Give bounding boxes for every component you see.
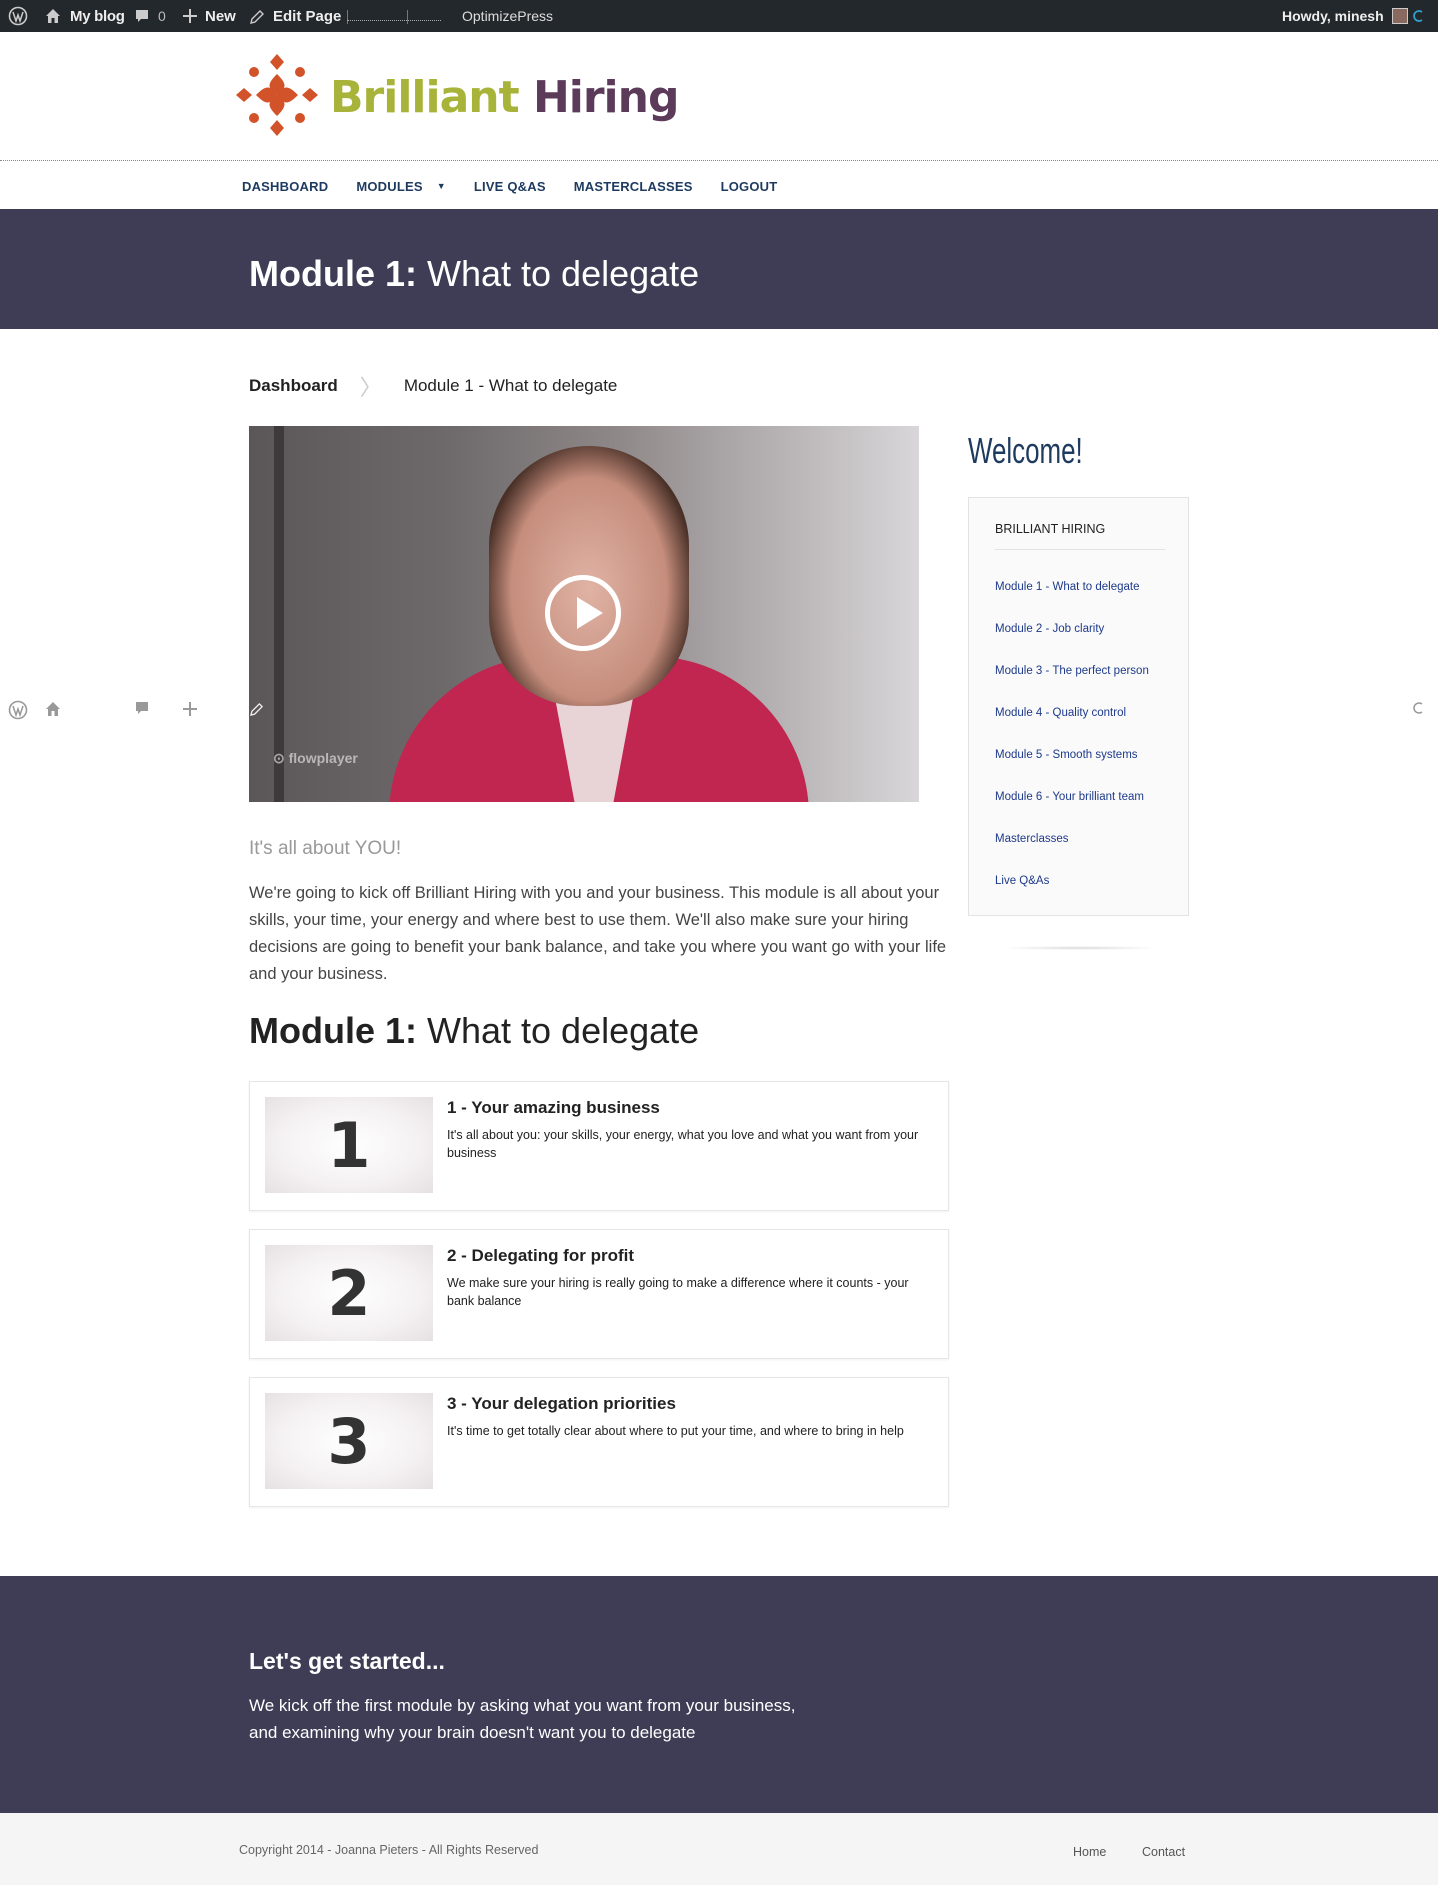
lesson-title[interactable]: 3 - Your delegation priorities xyxy=(447,1394,676,1414)
admin-bar: My blog 0 New Edit Page OptimizePress Ho… xyxy=(0,0,1438,32)
edit-page-label: Edit Page xyxy=(273,7,342,25)
sidebar-link-masterclasses[interactable]: Masterclasses xyxy=(995,833,1069,845)
sidebar-link-module-4[interactable]: Module 4 - Quality control xyxy=(995,707,1126,719)
comments-count: 0 xyxy=(158,8,166,24)
header-divider xyxy=(0,160,1438,161)
toolbar-toggle-icon[interactable] xyxy=(1412,0,1426,32)
site-logo[interactable]: Brilliant Hiring xyxy=(232,50,680,145)
breadcrumb: Dashboard 〉 Module 1 - What to delegate xyxy=(249,370,617,402)
lesson-description: It's all about you: your skills, your en… xyxy=(447,1128,919,1160)
footer-link-contact[interactable]: Contact xyxy=(1142,1845,1185,1859)
pencil-icon xyxy=(250,702,264,722)
lesson-title[interactable]: 2 - Delegating for profit xyxy=(447,1246,634,1266)
lesson-card[interactable]: 1 1 - Your amazing business It's all abo… xyxy=(249,1081,949,1211)
sidebar-welcome-heading: Welcome! xyxy=(968,430,1083,471)
flowplayer-label: flowplayer xyxy=(288,750,358,766)
cta-section: Let's get started... We kick off the fir… xyxy=(0,1576,1438,1813)
page-title-rest: What to delegate xyxy=(417,253,700,294)
lesson-description: It's time to get totally clear about whe… xyxy=(447,1424,904,1438)
page-title: Module 1: What to delegate xyxy=(249,253,699,295)
sidebar-divider xyxy=(995,549,1165,550)
sidebar-module-list: BRILLIANT HIRING Module 1 - What to dele… xyxy=(968,497,1189,916)
main-nav: DASHBOARD MODULES ▼ LIVE Q&AS MASTERCLASS… xyxy=(242,168,805,204)
page-banner: Module 1: What to delegate xyxy=(0,209,1438,329)
nav-item-live-qas[interactable]: LIVE Q&AS xyxy=(474,179,546,194)
account-menu[interactable]: Howdy, minesh xyxy=(1282,0,1408,32)
admin-bar-dotted-line xyxy=(347,20,441,21)
wordpress-logo-icon xyxy=(8,700,28,720)
lesson-thumbnail: 3 xyxy=(265,1393,433,1489)
module-section-title-rest: What to delegate xyxy=(417,1010,700,1051)
site-footer: Copyright 2014 - Joanna Pieters - All Ri… xyxy=(0,1813,1438,1885)
comment-bubble-icon xyxy=(134,8,150,24)
toolbar-toggle-icon xyxy=(1412,701,1426,721)
video-player[interactable]: ⊙ flowplayer xyxy=(249,426,919,802)
lesson-card[interactable]: 3 3 - Your delegation priorities It's ti… xyxy=(249,1377,949,1507)
pencil-icon xyxy=(250,9,265,24)
module-intro-text: We're going to kick off Brilliant Hiring… xyxy=(249,884,947,983)
new-label: New xyxy=(205,7,236,25)
logo-mark-icon xyxy=(232,50,322,145)
sidebar-link-module-2[interactable]: Module 2 - Job clarity xyxy=(995,623,1104,635)
home-icon xyxy=(44,7,62,25)
lesson-thumbnail: 2 xyxy=(265,1245,433,1341)
breadcrumb-dashboard[interactable]: Dashboard xyxy=(249,376,338,396)
cta-line: and examining why your brain doesn't wan… xyxy=(249,1723,696,1742)
lesson-card[interactable]: 2 2 - Delegating for profit We make sure… xyxy=(249,1229,949,1359)
optimizepress-menu[interactable]: OptimizePress xyxy=(462,0,553,32)
nav-item-dashboard[interactable]: DASHBOARD xyxy=(242,179,328,194)
cta-title: Let's get started... xyxy=(249,1648,445,1674)
comment-bubble-icon xyxy=(134,700,150,720)
sidebar-shadow xyxy=(1000,946,1160,950)
chevron-down-icon: ▼ xyxy=(436,181,446,191)
video-frame-detail xyxy=(274,426,284,802)
chevron-right-icon: 〉 xyxy=(359,375,382,400)
plus-icon xyxy=(183,9,197,23)
howdy-greeting: Howdy, minesh xyxy=(1282,8,1384,24)
site-name: My blog xyxy=(70,7,125,25)
sidebar-link-module-5[interactable]: Module 5 - Smooth systems xyxy=(995,749,1138,761)
admin-bar-divider xyxy=(347,10,348,24)
nav-item-modules[interactable]: MODULES ▼ xyxy=(356,179,446,194)
nav-item-masterclasses[interactable]: MASTERCLASSES xyxy=(574,179,693,194)
module-section-title: Module 1: What to delegate xyxy=(249,1010,699,1052)
footer-link-home[interactable]: Home xyxy=(1073,1845,1106,1859)
cta-text: We kick off the first module by asking w… xyxy=(249,1692,849,1746)
sidebar-link-live-qas[interactable]: Live Q&As xyxy=(995,875,1049,887)
logo-wordmark: Brilliant Hiring xyxy=(330,71,680,123)
nav-item-modules-label: MODULES xyxy=(356,178,423,194)
copyright-text: Copyright 2014 - Joanna Pieters - All Ri… xyxy=(239,1843,539,1857)
play-icon[interactable] xyxy=(545,575,621,651)
plus-icon xyxy=(183,702,197,722)
new-content-menu[interactable]: New xyxy=(183,0,236,32)
flowplayer-logo: ⊙ flowplayer xyxy=(273,750,358,766)
lesson-title[interactable]: 1 - Your amazing business xyxy=(447,1098,660,1118)
sidebar-link-module-6[interactable]: Module 6 - Your brilliant team xyxy=(995,791,1144,803)
logo-word-hiring: Hiring xyxy=(532,71,680,123)
breadcrumb-current: Module 1 - What to delegate xyxy=(403,376,618,395)
comments-menu[interactable]: 0 xyxy=(134,0,166,32)
page-title-bold: Module 1: xyxy=(249,253,417,294)
sidebar-link-module-1[interactable]: Module 1 - What to delegate xyxy=(995,581,1139,593)
lesson-description: We make sure your hiring is really going… xyxy=(447,1276,909,1308)
admin-bar-divider xyxy=(407,10,408,24)
wordpress-logo-icon[interactable] xyxy=(8,0,28,32)
logo-word-brilliant: Brilliant xyxy=(330,71,520,123)
section-subheading: It's all about YOU! xyxy=(249,838,402,859)
avatar xyxy=(1391,8,1408,24)
sidebar-box-title: BRILLIANT HIRING xyxy=(995,522,1106,536)
sidebar-link-module-3[interactable]: Module 3 - The perfect person xyxy=(995,665,1149,677)
module-section-title-bold: Module 1: xyxy=(249,1010,417,1051)
lesson-thumbnail: 1 xyxy=(265,1097,433,1193)
site-menu[interactable]: My blog xyxy=(44,0,125,32)
nav-item-logout[interactable]: LOGOUT xyxy=(721,179,778,194)
home-icon xyxy=(44,700,62,720)
edit-page-link[interactable]: Edit Page xyxy=(250,0,341,32)
cta-line: We kick off the first module by asking w… xyxy=(249,1696,796,1715)
